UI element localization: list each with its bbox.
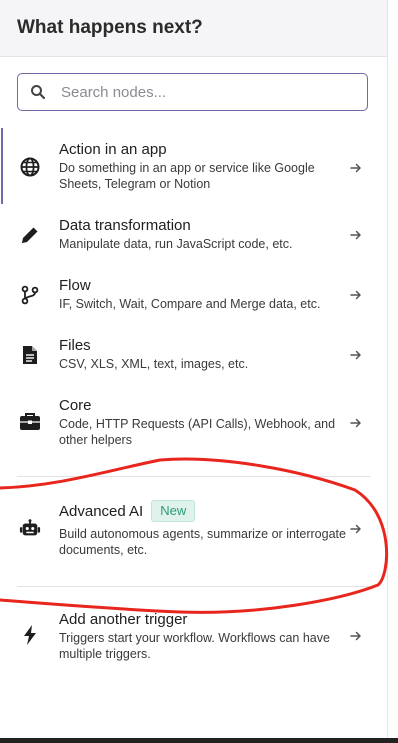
node-category-data-transformation[interactable]: Data transformation Manipulate data, run… xyxy=(0,216,387,260)
node-creator-panel: What happens next? Action in an app Do s… xyxy=(0,0,388,738)
item-title: Flow xyxy=(59,277,91,294)
arrow-right-icon xyxy=(349,522,363,536)
file-icon xyxy=(19,344,41,366)
branch-icon xyxy=(19,284,41,306)
arrow-right-icon xyxy=(349,629,363,643)
panel-title: What happens next? xyxy=(17,17,203,38)
node-category-files[interactable]: Files CSV, XLS, XML, text, images, etc. xyxy=(0,336,387,380)
search-icon xyxy=(30,84,46,100)
item-title: Action in an app xyxy=(59,141,167,158)
item-description: Manipulate data, run JavaScript code, et… xyxy=(59,237,293,251)
divider xyxy=(17,586,370,587)
panel-header: What happens next? xyxy=(0,0,387,57)
bolt-icon xyxy=(19,624,41,646)
arrow-right-icon xyxy=(349,161,363,175)
node-category-advanced-ai[interactable]: Advanced AI New Build autonomous agents,… xyxy=(0,500,387,562)
item-description: Build autonomous agents, summarize or in… xyxy=(59,527,346,557)
pencil-icon xyxy=(19,224,41,246)
item-description: IF, Switch, Wait, Compare and Merge data… xyxy=(59,297,321,311)
node-category-add-trigger[interactable]: Add another trigger Triggers start your … xyxy=(0,610,387,666)
divider xyxy=(17,476,370,477)
item-title: Core xyxy=(59,397,92,414)
search-box[interactable] xyxy=(17,73,368,111)
item-title: Data transformation xyxy=(59,217,191,234)
toolbox-icon xyxy=(19,411,41,433)
item-title: Files xyxy=(59,337,91,354)
window-bottom-edge xyxy=(0,738,398,743)
item-title: Add another trigger xyxy=(59,611,188,628)
arrow-right-icon xyxy=(349,288,363,302)
item-description: Triggers start your workflow. Workflows … xyxy=(59,631,330,661)
arrow-right-icon xyxy=(349,416,363,430)
search-input[interactable] xyxy=(59,82,333,102)
globe-icon xyxy=(19,156,41,178)
node-category-flow[interactable]: Flow IF, Switch, Wait, Compare and Merge… xyxy=(0,276,387,320)
new-badge: New xyxy=(151,500,196,522)
item-description: CSV, XLS, XML, text, images, etc. xyxy=(59,357,249,371)
robot-icon xyxy=(19,518,41,540)
item-title-text: Advanced AI xyxy=(59,502,144,520)
item-description: Do something in an app or service like G… xyxy=(59,161,315,191)
item-description: Code, HTTP Requests (API Calls), Webhook… xyxy=(59,417,336,447)
node-category-core[interactable]: Core Code, HTTP Requests (API Calls), We… xyxy=(0,396,387,458)
item-title: Advanced AI New xyxy=(59,500,347,522)
node-category-action-in-app[interactable]: Action in an app Do something in an app … xyxy=(0,140,387,202)
arrow-right-icon xyxy=(349,228,363,242)
arrow-right-icon xyxy=(349,348,363,362)
